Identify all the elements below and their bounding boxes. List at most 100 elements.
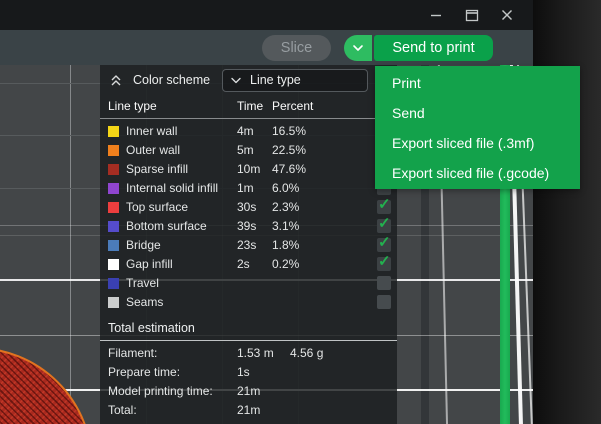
line-type-percent: 22.5% (272, 141, 306, 160)
minimize-button[interactable] (422, 0, 450, 30)
totals-rows: Filament: 1.53 m 4.56 g Prepare time: 1s… (100, 344, 397, 420)
close-icon (501, 9, 513, 21)
line-type-time: 1m (237, 179, 254, 198)
table-row: Internal solid infill 1m 6.0% ✓ (100, 179, 397, 198)
table-row: Bridge 23s 1.8% ✓ (100, 236, 397, 255)
line-type-rows: Inner wall 4m 16.5% ✓ Outer wall 5m 22.5… (100, 122, 397, 312)
chevron-down-icon (352, 44, 364, 52)
color-scheme-panel: Color scheme Line type Line type Time Pe… (100, 65, 397, 424)
line-type-time: 5m (237, 141, 254, 160)
view-type-selected: Line type (250, 70, 301, 91)
line-type-time: 10m (237, 160, 260, 179)
line-type-label: Sparse infill (126, 160, 188, 179)
line-type-visibility-checkbox[interactable]: ✓ (377, 257, 391, 271)
line-type-color-swatch (108, 202, 119, 213)
send-options-dropdown-button[interactable] (344, 35, 372, 61)
table-row: Gap infill 2s 0.2% ✓ (100, 255, 397, 274)
line-type-visibility-checkbox[interactable]: ✓ (377, 295, 391, 309)
table-row: Sparse infill 10m 47.6% ✓ (100, 160, 397, 179)
line-type-color-swatch (108, 145, 119, 156)
column-header-line-type: Line type (108, 95, 157, 118)
menu-item[interactable]: Export sliced file (.gcode) (375, 158, 580, 188)
checkmark-icon: ✓ (378, 252, 391, 270)
screen: Slice Send to print (0, 0, 601, 424)
divider (100, 118, 397, 119)
line-type-color-swatch (108, 297, 119, 308)
line-type-visibility-checkbox[interactable]: ✓ (377, 200, 391, 214)
line-type-percent: 16.5% (272, 122, 306, 141)
line-type-label: Outer wall (126, 141, 180, 160)
checkmark-icon: ✓ (378, 195, 391, 213)
total-value-2: 4.56 g (290, 344, 323, 363)
panel-title: Color scheme (133, 65, 210, 95)
double-chevron-up-icon[interactable] (109, 73, 123, 87)
total-row: Total: 21m (100, 401, 397, 420)
line-type-visibility-checkbox[interactable]: ✓ (377, 238, 391, 252)
menu-item[interactable]: Send (375, 98, 580, 128)
titlebar (0, 0, 533, 30)
minimize-icon (430, 9, 442, 21)
total-row: Filament: 1.53 m 4.56 g (100, 344, 397, 363)
line-type-visibility-checkbox[interactable]: ✓ (377, 276, 391, 290)
total-label: Filament: (108, 344, 157, 363)
line-type-time: 23s (237, 236, 256, 255)
menu-item[interactable]: Print (375, 68, 580, 98)
total-value: 21m (237, 382, 260, 401)
line-type-color-swatch (108, 240, 119, 251)
line-type-color-swatch (108, 259, 119, 270)
line-type-color-swatch (108, 183, 119, 194)
line-type-percent: 3.1% (272, 217, 299, 236)
line-type-percent: 1.8% (272, 236, 299, 255)
divider (100, 340, 397, 341)
close-button[interactable] (493, 0, 521, 30)
slice-button[interactable]: Slice (262, 35, 331, 61)
line-type-label: Top surface (126, 198, 188, 217)
line-type-time: 2s (237, 255, 250, 274)
line-type-label: Travel (126, 274, 159, 293)
menu-item[interactable]: Export sliced file (.3mf) (375, 128, 580, 158)
line-type-label: Bridge (126, 236, 161, 255)
send-to-print-menu: Print Send Export sliced file (.3mf) Exp… (375, 66, 580, 189)
line-type-percent: 0.2% (272, 255, 299, 274)
total-label: Total: (108, 401, 137, 420)
total-value: 1s (237, 363, 250, 382)
line-type-color-swatch (108, 221, 119, 232)
panel-header: Color scheme Line type (100, 65, 397, 95)
line-type-time: 4m (237, 122, 254, 141)
total-label: Model printing time: (108, 382, 213, 401)
total-label: Prepare time: (108, 363, 180, 382)
total-estimation-title: Total estimation (108, 319, 195, 338)
table-row: Outer wall 5m 22.5% ✓ (100, 141, 397, 160)
line-type-label: Inner wall (126, 122, 177, 141)
line-type-visibility-checkbox[interactable]: ✓ (377, 219, 391, 233)
checkmark-icon: ✓ (378, 214, 391, 232)
table-header: Line type Time Percent (100, 95, 397, 118)
table-row: Top surface 30s 2.3% ✓ (100, 198, 397, 217)
line-type-color-swatch (108, 126, 119, 137)
total-value: 1.53 m (237, 344, 274, 363)
app-window: Slice Send to print (0, 0, 533, 424)
send-to-print-button[interactable]: Send to print (374, 35, 493, 61)
chevron-down-icon (230, 76, 242, 85)
total-row: Prepare time: 1s (100, 363, 397, 382)
line-type-label: Bottom surface (126, 217, 207, 236)
column-header-percent: Percent (272, 95, 313, 118)
line-type-percent: 47.6% (272, 160, 306, 179)
line-type-percent: 6.0% (272, 179, 299, 198)
total-value: 21m (237, 401, 260, 420)
table-row: Seams ✓ (100, 293, 397, 312)
maximize-button[interactable] (458, 0, 486, 30)
line-type-color-swatch (108, 278, 119, 289)
table-row: Travel ✓ (100, 274, 397, 293)
sliced-model-preview[interactable] (0, 347, 93, 424)
desktop-background (533, 0, 601, 424)
grid-line (70, 65, 71, 424)
maximize-icon (465, 9, 479, 22)
line-type-label: Gap infill (126, 255, 173, 274)
line-type-time: 30s (237, 198, 256, 217)
line-type-time: 39s (237, 217, 256, 236)
line-type-color-swatch (108, 164, 119, 175)
table-row: Inner wall 4m 16.5% ✓ (100, 122, 397, 141)
view-type-select[interactable]: Line type (222, 69, 368, 92)
line-type-label: Internal solid infill (126, 179, 218, 198)
